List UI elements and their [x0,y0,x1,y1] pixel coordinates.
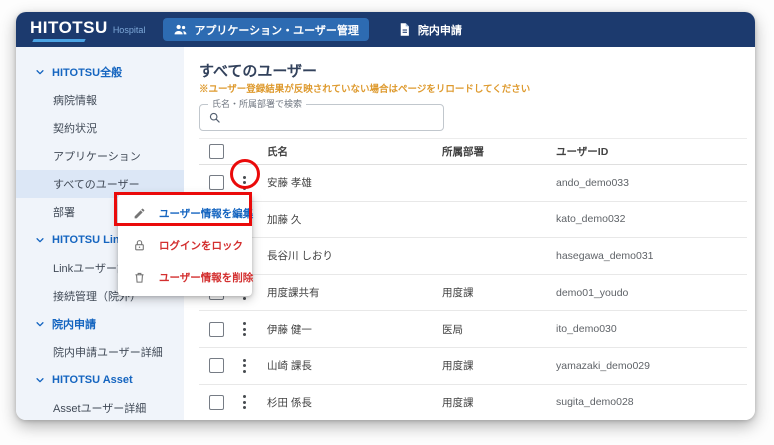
sidebar-item-hospital-info[interactable]: 病院情報 [16,86,184,114]
table-header: 氏名 所属部署 ユーザーID [199,139,747,165]
cell-name: 安藤 孝雄 [257,175,442,190]
cell-department: 用度課 [442,358,556,373]
logo-accent-bar [32,39,85,42]
cell-user-id: yamazaki_demo029 [556,360,747,372]
row-checkbox[interactable] [209,322,224,337]
top-navbar: HITOTSU Hospital アプリケーション・ユーザー管理 院内申請 [16,12,755,47]
menu-item-delete-user[interactable]: ユーザー情報を削除 [118,261,252,293]
search-field-label: 氏名・所属部署で検索 [208,99,306,110]
users-table: 氏名 所属部署 ユーザーID 安藤 孝雄 ando_demo033 加藤 久 [199,138,747,420]
search-field[interactable]: 氏名・所属部署で検索 [199,104,444,131]
cell-name: 杉田 係長 [257,395,442,410]
column-header-department: 所属部署 [442,144,556,159]
annotation-rectangle [114,192,252,226]
cell-user-id: kato_demo032 [556,213,747,225]
table-row: 長谷川 しおり hasegawa_demo031 [199,238,747,275]
select-all-checkbox[interactable] [209,144,224,159]
table-row: 加藤 久 kato_demo032 [199,202,747,239]
main-content: すべてのユーザー ※ユーザー登録結果が反映されていない場合はページをリロードして… [184,47,755,420]
table-row: 用度課共有 用度課 demo01_youdo [199,275,747,312]
chevron-down-icon [35,235,45,245]
users-icon [173,22,188,37]
cell-name: 加藤 久 [257,212,442,227]
table-row: 安藤 孝雄 ando_demo033 [199,165,747,202]
table-row: 山崎 課長 用度課 yamazaki_demo029 [199,348,747,385]
cell-user-id: sugita_demo028 [556,396,747,408]
chevron-down-icon [35,319,45,329]
cell-department: 用度課 [442,285,556,300]
trash-icon [133,271,146,284]
reload-note: ※ユーザー登録結果が反映されていない場合はページをリロードしてください [199,84,747,96]
table-row: 伊藤 健一 医局 ito_demo030 [199,311,747,348]
brand-suffix: Hospital [113,25,146,35]
cell-user-id: ando_demo033 [556,177,747,189]
cell-name: 伊藤 健一 [257,322,442,337]
row-checkbox[interactable] [209,395,224,410]
document-icon [397,22,412,37]
chevron-down-icon [35,375,45,385]
page-title: すべてのユーザー [199,63,747,80]
sidebar-section-hitotsu-general[interactable]: HITOTSU全般 [16,58,184,86]
sidebar-section-hitotsu-asset[interactable]: HITOTSU Asset [16,366,184,394]
tab-label: 院内申請 [418,22,462,38]
row-checkbox[interactable] [209,175,224,190]
kebab-menu-icon[interactable] [238,355,251,377]
sidebar-item-contract-status[interactable]: 契約状況 [16,114,184,142]
sidebar-item-asset-user-detail[interactable]: Assetユーザー詳細 [16,394,184,420]
row-checkbox[interactable] [209,358,224,373]
brand-name: HITOTSU [30,18,108,38]
cell-name: 長谷川 しおり [257,248,442,263]
app-logo[interactable]: HITOTSU Hospital [30,18,145,42]
sidebar-section-hospital-application[interactable]: 院内申請 [16,310,184,338]
chevron-down-icon [35,67,45,77]
kebab-menu-icon[interactable] [238,318,251,340]
annotation-circle [230,159,260,189]
sidebar-item-hospital-application-user-detail[interactable]: 院内申請ユーザー詳細 [16,338,184,366]
tab-application-user-management[interactable]: アプリケーション・ユーザー管理 [163,18,369,41]
cell-name: 用度課共有 [257,285,442,300]
column-header-user-id: ユーザーID [556,144,747,159]
table-row: 杉田 係長 用度課 sugita_demo028 [199,385,747,420]
menu-item-lock-login[interactable]: ログインをロック [118,229,252,261]
tab-label: アプリケーション・ユーザー管理 [194,22,359,38]
cell-department: 用度課 [442,395,556,410]
app-window: HITOTSU Hospital アプリケーション・ユーザー管理 院内申請 [16,12,755,420]
tab-hospital-application[interactable]: 院内申請 [387,18,472,41]
cell-user-id: ito_demo030 [556,323,747,335]
kebab-menu-icon[interactable] [238,391,251,413]
column-header-name: 氏名 [257,144,442,159]
cell-department: 医局 [442,322,556,337]
cell-name: 山崎 課長 [257,358,442,373]
search-input[interactable] [227,112,435,124]
cell-user-id: hasegawa_demo031 [556,250,747,262]
lock-icon [133,239,146,252]
sidebar-item-applications[interactable]: アプリケーション [16,142,184,170]
search-icon [208,111,221,124]
cell-user-id: demo01_youdo [556,287,747,299]
